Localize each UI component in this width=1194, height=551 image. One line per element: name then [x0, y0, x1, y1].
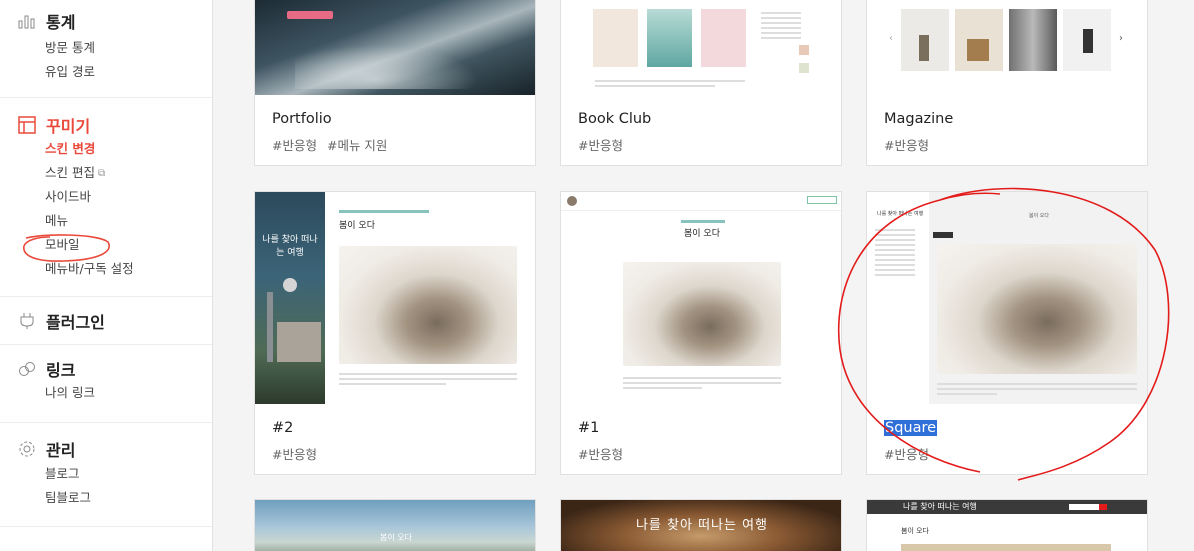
sidebar-item-sidebar[interactable]: 사이드바 — [45, 185, 212, 209]
preview-post-title: 봄이 오다 — [380, 533, 412, 542]
skin-card-magazine[interactable]: ‹ › Magazine #반응형 — [866, 0, 1148, 166]
gear-icon — [17, 439, 37, 459]
skin-preview — [255, 0, 535, 95]
skin-preview — [561, 0, 841, 95]
preview-travel-title: 나를 찾아 떠나는 여행 — [903, 502, 977, 511]
skin-tags: #반응형 — [272, 444, 327, 463]
skin-preview: 나를 찾아 떠나는 여행 봄이 오다 — [255, 192, 535, 404]
skin-preview: 봄이 오다 — [561, 192, 841, 404]
skin-name: Portfolio — [272, 111, 332, 127]
section-stats: 통계 방문 통계 유입 경로 — [0, 0, 212, 98]
skin-card-2[interactable]: 나를 찾아 떠나는 여행 봄이 오다 #2 #반응형 — [254, 191, 536, 475]
tag: #메뉴 지원 — [326, 138, 388, 153]
skin-preview: 봄이 오다 — [255, 500, 535, 551]
skin-preview: 나를 찾아 떠나는 여행 봄이 오다 — [867, 500, 1147, 551]
sidebar-item-menu[interactable]: 메뉴 — [45, 209, 212, 233]
bar-chart-icon — [17, 11, 37, 31]
section-manage-header[interactable]: 관리 — [0, 434, 212, 464]
preview-travel-title: 나를 찾아 떠나는 여행 — [262, 235, 318, 258]
section-title: 통계 — [46, 13, 76, 32]
section-title: 플러그인 — [46, 313, 105, 332]
chevron-right-icon: › — [1119, 33, 1123, 44]
section-plugin: 플러그인 — [0, 297, 212, 345]
tag: #반응형 — [578, 138, 623, 153]
preview-post-title: 봄이 오다 — [339, 221, 375, 231]
annotation-circle — [837, 187, 1170, 481]
sidebar-item-skin-edit[interactable]: 스킨 편집 — [45, 161, 95, 185]
sidebar-item-blog[interactable]: 블로그 — [45, 462, 212, 486]
chevron-left-icon: ‹ — [889, 33, 893, 44]
section-title: 꾸미기 — [46, 117, 91, 136]
skin-card-row3-1[interactable]: 봄이 오다 — [254, 499, 536, 551]
section-stats-header[interactable]: 통계 — [0, 6, 212, 36]
skin-card-portfolio[interactable]: Portfolio #반응형 #메뉴 지원 — [254, 0, 536, 166]
section-manage: 관리 블로그 팀블로그 — [0, 423, 212, 527]
sidebar: 통계 방문 통계 유입 경로 꾸미기 스킨 변경 스킨 편집 ⧉ 사이드바 메뉴… — [0, 0, 213, 551]
skin-preview: 나를 찾아 떠나는 여행 — [561, 500, 841, 551]
skin-card-book-club[interactable]: Book Club #반응형 — [560, 0, 842, 166]
plug-icon — [17, 311, 37, 331]
section-title: 링크 — [46, 361, 76, 380]
preview-post-title: 봄이 오다 — [901, 527, 929, 535]
tag: #반응형 — [272, 447, 317, 462]
section-plugin-header[interactable]: 플러그인 — [0, 306, 212, 336]
tag: #반응형 — [578, 447, 623, 462]
sidebar-item-my-link[interactable]: 나의 링크 — [45, 381, 212, 405]
layout-icon — [17, 115, 37, 135]
annotation-circle — [23, 234, 111, 262]
preview-travel-title: 나를 찾아 떠나는 여행 — [635, 518, 769, 533]
section-design: 꾸미기 스킨 변경 스킨 편집 ⧉ 사이드바 메뉴 모바일 메뉴바/구독 설정 — [0, 98, 212, 297]
preview-post-title: 봄이 오다 — [684, 229, 720, 239]
sidebar-item-skin-change[interactable]: 스킨 변경 — [45, 137, 212, 161]
cat-photo — [623, 262, 781, 366]
sidebar-item-visit-stats[interactable]: 방문 통계 — [45, 36, 212, 60]
sidebar-item-referrer[interactable]: 유입 경로 — [45, 60, 212, 84]
skin-preview: ‹ › — [867, 0, 1147, 95]
sidebar-item-team-blog[interactable]: 팀블로그 — [45, 486, 212, 510]
skin-tags: #반응형 #메뉴 지원 — [272, 135, 397, 154]
link-icon — [17, 359, 37, 379]
cat-photo — [339, 246, 517, 364]
skin-card-1[interactable]: 봄이 오다 #1 #반응형 — [560, 191, 842, 475]
skin-tags: #반응형 — [884, 135, 939, 154]
skin-name: #2 — [272, 420, 294, 436]
skin-name: Magazine — [884, 111, 954, 127]
section-design-header[interactable]: 꾸미기 — [0, 110, 212, 140]
skin-card-row3-3[interactable]: 나를 찾아 떠나는 여행 봄이 오다 — [866, 499, 1148, 551]
section-link: 링크 나의 링크 — [0, 345, 212, 423]
section-link-header[interactable]: 링크 — [0, 354, 212, 384]
section-title: 관리 — [46, 441, 76, 460]
tag: #반응형 — [272, 138, 317, 153]
tag: #반응형 — [884, 138, 929, 153]
skin-card-row3-2[interactable]: 나를 찾아 떠나는 여행 — [560, 499, 842, 551]
skin-tags: #반응형 — [578, 444, 633, 463]
skin-tags: #반응형 — [578, 135, 633, 154]
skin-name: Book Club — [578, 111, 652, 127]
external-link-icon: ⧉ — [97, 167, 106, 179]
skin-name: #1 — [578, 420, 600, 436]
